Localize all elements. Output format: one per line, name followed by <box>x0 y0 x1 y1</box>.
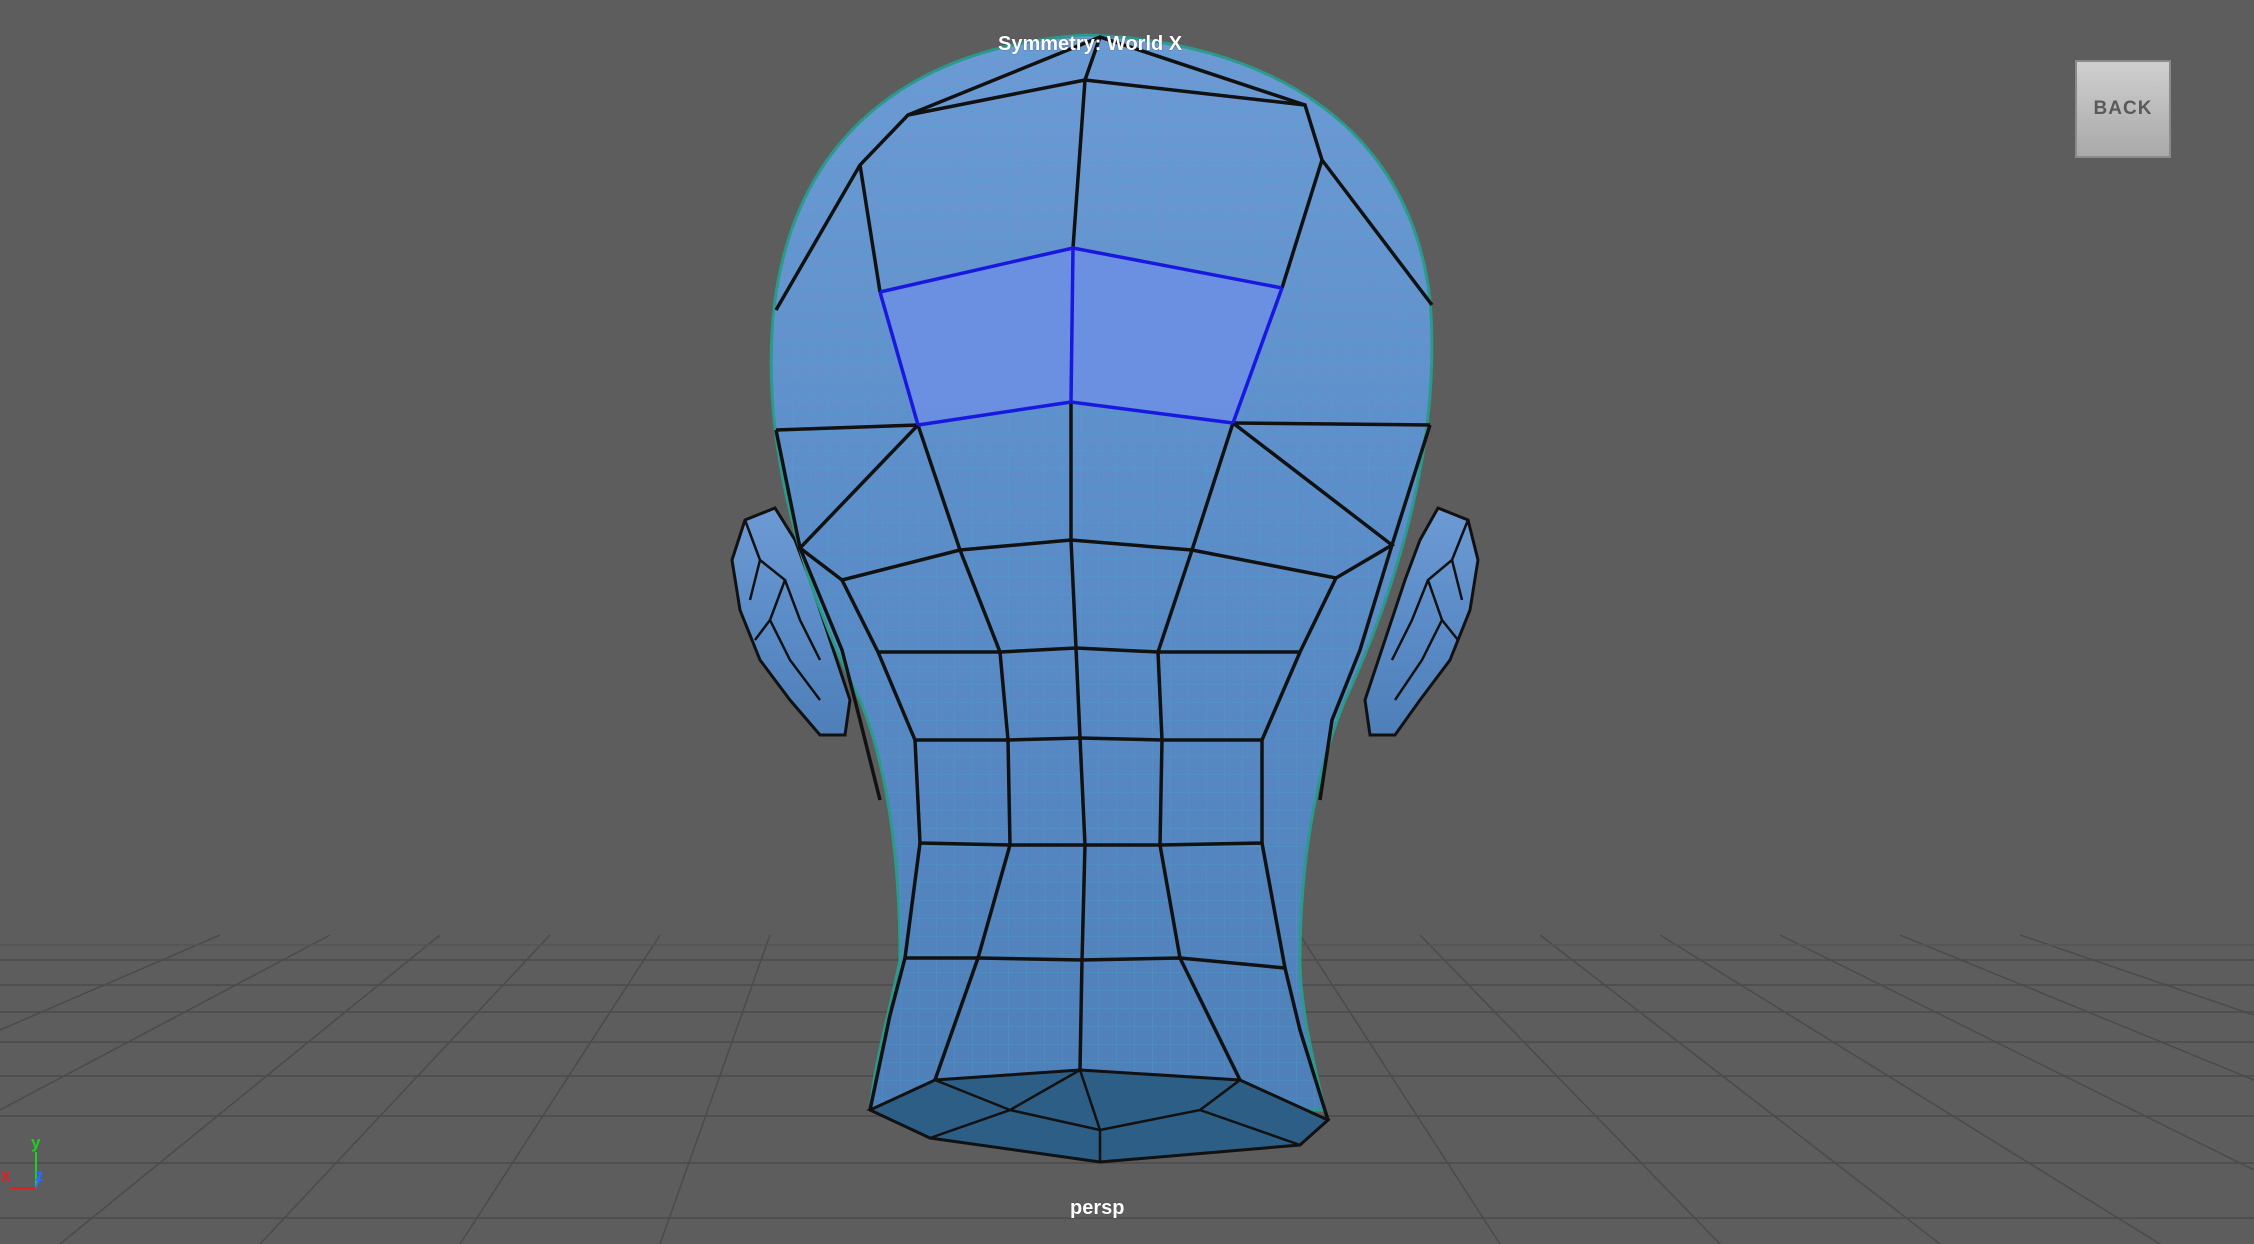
axis-y-label: y <box>31 1133 41 1152</box>
axis-z-label: z <box>35 1166 44 1185</box>
head-mesh[interactable] <box>769 33 1434 1164</box>
perspective-viewport[interactable]: Symmetry: World X persp BACK y x z <box>0 0 2254 1244</box>
viewport-canvas[interactable] <box>0 0 2254 1244</box>
axis-x-label: x <box>1 1166 11 1185</box>
camera-name-label: persp <box>1070 1197 1125 1219</box>
symmetry-label: Symmetry: World X <box>998 33 1183 55</box>
back-button[interactable]: BACK <box>2075 60 2171 158</box>
